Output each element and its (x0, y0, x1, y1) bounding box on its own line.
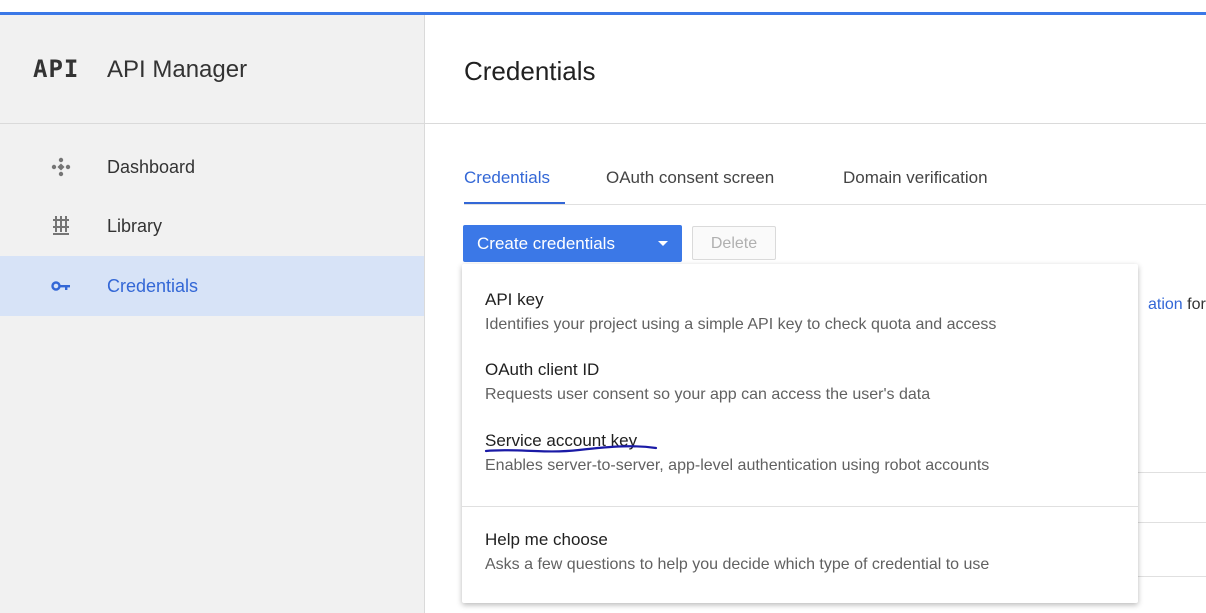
tabs-divider (464, 204, 1206, 205)
sidebar-item-label: Credentials (107, 276, 199, 296)
menu-item-api-key[interactable]: API key Identifies your project using a … (485, 290, 996, 334)
tab-domain-verification[interactable]: Domain verification (843, 168, 988, 188)
menu-item-title: Help me choose (485, 530, 608, 549)
caret-down-icon (658, 241, 668, 246)
library-icon (50, 215, 72, 237)
delete-button[interactable]: Delete (692, 226, 776, 260)
sidebar-item-dashboard[interactable]: Dashboard (0, 137, 424, 197)
background-text: for (1182, 296, 1206, 313)
sidebar: API API Manager Dashboard Library Creden… (0, 15, 425, 613)
tab-credentials[interactable]: Credentials (464, 168, 550, 188)
sidebar-item-label: Dashboard (107, 157, 196, 177)
handwritten-underline (484, 445, 658, 453)
menu-item-help-me-choose[interactable]: Help me choose Asks a few questions to h… (485, 530, 989, 574)
background-row-divider (1138, 522, 1206, 523)
background-text-fragment: ation for (1148, 296, 1206, 314)
sidebar-item-library[interactable]: Library (0, 196, 424, 256)
menu-item-description: Identifies your project using a simple A… (485, 316, 997, 333)
app-header: API API Manager (0, 15, 424, 124)
app-name[interactable]: API Manager (107, 56, 247, 84)
page-title: Credentials (464, 56, 596, 86)
tab-oauth-consent-screen[interactable]: OAuth consent screen (606, 168, 774, 188)
background-row-divider (1138, 576, 1206, 577)
create-credentials-button[interactable]: Create credentials (463, 225, 682, 262)
menu-item-description: Enables server-to-server, app-level auth… (485, 457, 990, 474)
menu-item-description: Requests user consent so your app can ac… (485, 386, 931, 403)
background-link[interactable]: ation (1148, 296, 1183, 313)
menu-item-title: API key (485, 290, 544, 309)
menu-item-oauth-client-id[interactable]: OAuth client ID Requests user consent so… (485, 360, 930, 404)
dashboard-icon (50, 156, 72, 178)
background-row-divider (1138, 472, 1206, 473)
sidebar-item-credentials[interactable]: Credentials (0, 256, 424, 316)
menu-item-title: OAuth client ID (485, 360, 600, 379)
create-credentials-label: Create credentials (477, 234, 615, 253)
create-credentials-menu: API key Identifies your project using a … (462, 264, 1138, 603)
header-divider (425, 123, 1206, 124)
sidebar-item-label: Library (107, 216, 163, 236)
menu-item-description: Asks a few questions to help you decide … (485, 556, 990, 573)
api-logo: API (33, 55, 80, 83)
menu-divider (462, 506, 1138, 507)
key-icon (50, 275, 72, 297)
